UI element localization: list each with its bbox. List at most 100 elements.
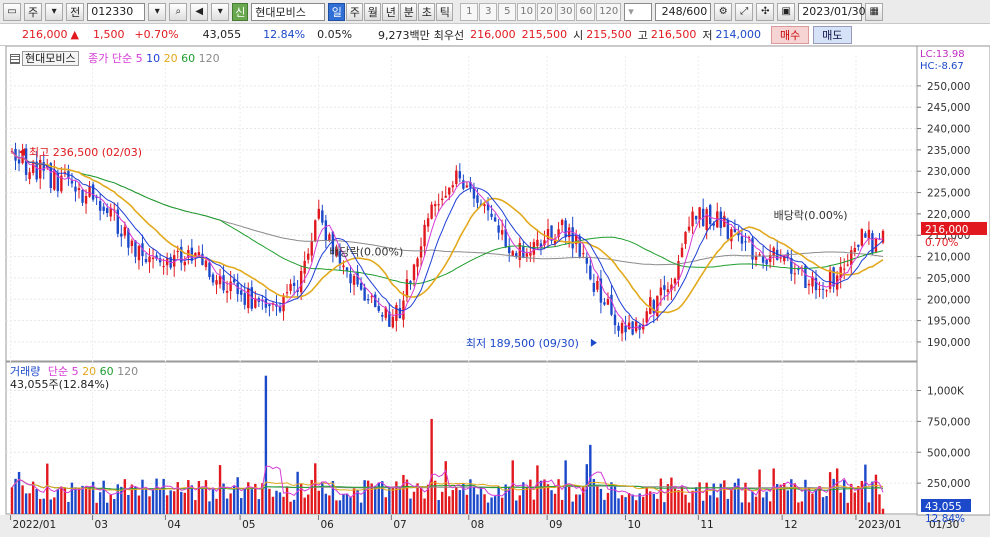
expand-icon[interactable]: ⤢ bbox=[735, 2, 754, 21]
volume-bar bbox=[772, 468, 775, 514]
dropdown-icon[interactable]: ▾ bbox=[45, 2, 64, 21]
volume-bar bbox=[560, 499, 564, 514]
volume-bar bbox=[282, 496, 285, 514]
candle-body bbox=[596, 280, 599, 290]
interval-tab-1[interactable]: 1 bbox=[460, 2, 479, 21]
interval-tab-10[interactable]: 10 bbox=[517, 2, 536, 21]
interval-tab-3[interactable]: 3 bbox=[479, 2, 498, 21]
candle-body bbox=[740, 235, 744, 244]
volume-bar bbox=[765, 491, 768, 514]
volume-bar bbox=[430, 418, 433, 514]
period-tab-0[interactable]: 일 bbox=[328, 2, 346, 21]
volume-bar bbox=[465, 494, 469, 514]
volume-value: 43,055 bbox=[202, 28, 242, 41]
x-tick-label: 05 bbox=[242, 519, 255, 531]
current-pct-badge-text: 0.70% bbox=[925, 237, 958, 249]
volume-bar bbox=[441, 491, 444, 514]
volume-bar bbox=[42, 498, 45, 514]
x-tick-label: 11 bbox=[700, 519, 713, 531]
candle-body bbox=[321, 210, 324, 223]
candle-body bbox=[592, 283, 596, 292]
volume-bar bbox=[173, 491, 176, 514]
interval-custom-input[interactable]: ▾ bbox=[624, 2, 653, 21]
candle-body bbox=[328, 234, 331, 241]
lc-hc-indicator: LC:13.98 HC:-8.67 bbox=[920, 49, 965, 73]
candle-body bbox=[430, 204, 433, 219]
period-tab-3[interactable]: 년 bbox=[382, 2, 400, 21]
volume-bar bbox=[645, 487, 648, 514]
candle-body bbox=[120, 233, 123, 237]
interval-tab-30[interactable]: 30 bbox=[556, 2, 576, 21]
code-dropdown-icon[interactable]: ▾ bbox=[148, 2, 167, 21]
volume-bar bbox=[596, 484, 599, 514]
candle-body bbox=[222, 275, 225, 291]
interval-tab-120[interactable]: 120 bbox=[596, 2, 622, 21]
chevron-down-icon[interactable]: ▾ bbox=[211, 2, 230, 21]
period-tab-5[interactable]: 초 bbox=[418, 2, 436, 21]
volume-bar bbox=[575, 494, 578, 514]
volume-bar bbox=[391, 487, 395, 514]
candle-body bbox=[673, 278, 677, 284]
sell-button[interactable]: 매도 bbox=[813, 25, 852, 44]
volume-bar bbox=[39, 499, 42, 514]
volume-bar bbox=[497, 486, 500, 514]
interval-tabs: 1 3 5 10 20 30 60 120 bbox=[460, 2, 622, 21]
volume-bar bbox=[218, 465, 222, 514]
volume-bar bbox=[197, 480, 201, 514]
candle-body bbox=[98, 200, 102, 211]
candle-body bbox=[525, 253, 529, 257]
x-tick-label: 2023/01 bbox=[858, 519, 902, 531]
candle-body bbox=[483, 204, 486, 207]
x-tick-label: 2022/01 bbox=[13, 519, 57, 531]
window-icon[interactable]: ▭ bbox=[3, 2, 21, 21]
stock-chart[interactable]: 190,000195,000200,000205,000210,000215,0… bbox=[0, 46, 990, 537]
open-price: 215,500 bbox=[586, 28, 632, 41]
candle-body bbox=[419, 246, 423, 258]
candle-body bbox=[698, 207, 701, 220]
interval-tab-5[interactable]: 5 bbox=[498, 2, 517, 21]
volume-bar bbox=[278, 492, 282, 514]
volume-bar bbox=[183, 492, 186, 514]
candle-body bbox=[807, 283, 811, 286]
date-field[interactable]: 2023/01/30 bbox=[798, 2, 866, 21]
candle-body bbox=[448, 187, 451, 195]
data-count-field[interactable]: 248/600 bbox=[655, 2, 712, 21]
volume-bar bbox=[490, 497, 493, 514]
period-tab-2[interactable]: 월 bbox=[364, 2, 382, 21]
settings-icon[interactable]: ⚙ bbox=[714, 2, 733, 21]
prev-button[interactable]: 전 bbox=[66, 2, 85, 21]
candle-body bbox=[292, 282, 296, 287]
candle-body bbox=[617, 325, 620, 331]
volume-bar bbox=[804, 479, 807, 514]
volume-bar bbox=[232, 486, 236, 514]
candle-body bbox=[395, 305, 398, 321]
period-tab-6[interactable]: 틱 bbox=[436, 2, 454, 21]
candle-body bbox=[162, 266, 165, 268]
calendar-icon[interactable]: ▦ bbox=[865, 2, 884, 21]
market-select[interactable]: 주 bbox=[24, 2, 43, 21]
current-price: 216,000 bbox=[22, 28, 68, 41]
stock-code-input[interactable]: 012330 bbox=[87, 2, 146, 21]
interval-tab-20[interactable]: 20 bbox=[536, 2, 556, 21]
crosshair-icon[interactable]: ✣ bbox=[756, 2, 775, 21]
volume-pct-badge-text: 12.84% bbox=[925, 513, 965, 525]
volume-bar bbox=[631, 494, 634, 514]
volume-bar bbox=[314, 463, 317, 514]
volume-bar bbox=[381, 481, 384, 514]
volume-bar bbox=[451, 490, 454, 514]
interval-tab-60[interactable]: 60 bbox=[576, 2, 596, 21]
volume-bar bbox=[10, 487, 14, 514]
volume-bar bbox=[141, 479, 144, 514]
period-tab-1[interactable]: 주 bbox=[346, 2, 364, 21]
volume-bar bbox=[374, 485, 377, 514]
save-icon[interactable]: ▣ bbox=[777, 2, 796, 21]
candle-body bbox=[91, 184, 95, 200]
speaker-icon[interactable]: ◀ bbox=[190, 2, 209, 21]
search-icon[interactable]: ⌕ bbox=[169, 2, 188, 21]
candle-body bbox=[299, 270, 303, 293]
buy-button[interactable]: 매수 bbox=[771, 25, 810, 44]
volume-bar bbox=[176, 482, 179, 514]
period-tab-4[interactable]: 분 bbox=[400, 2, 418, 21]
price-tick-label: 250,000 bbox=[927, 81, 970, 93]
candle-body bbox=[680, 247, 684, 257]
